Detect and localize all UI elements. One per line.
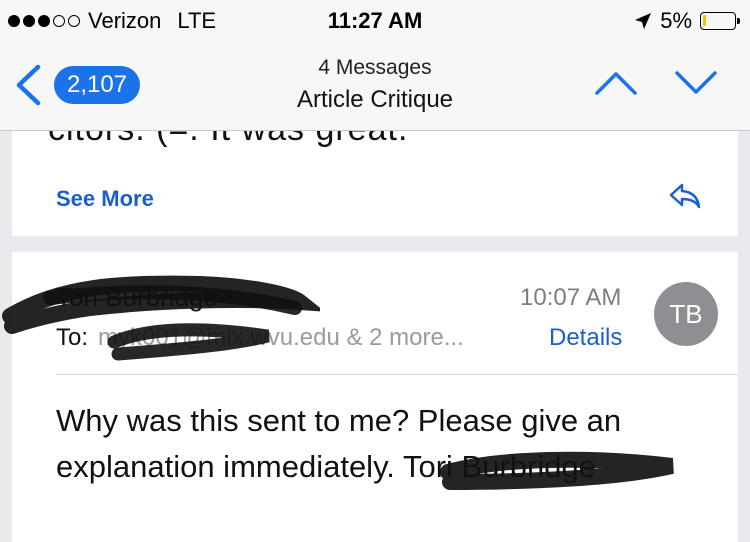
status-bar: Verizon LTE 11:27 AM 5%: [0, 0, 750, 40]
status-right: 5%: [634, 8, 740, 34]
previous-message-chevron-up-icon[interactable]: [594, 70, 638, 96]
header-divider: [56, 374, 738, 375]
battery-percent: 5%: [660, 8, 692, 33]
see-more-link[interactable]: See More: [56, 186, 154, 212]
nav-bar: 2,107 4 Messages Article Critique: [0, 40, 750, 131]
recipients-row: To: myk001@mix.wvu.edu & 2 more...: [56, 324, 464, 352]
sender-avatar[interactable]: TB: [654, 282, 718, 346]
to-label: To:: [56, 324, 89, 351]
battery-level-fill: [703, 15, 706, 26]
signature-text: Tori Burbridge: [402, 449, 596, 484]
message-card: Tori Burbridge 10:07 AM TB To: myk001@mi…: [2, 252, 738, 542]
message-body: Why was this sent to me? Please give an …: [56, 398, 716, 490]
details-link[interactable]: Details: [549, 324, 622, 352]
message-time: 10:07 AM: [520, 284, 622, 311]
recipients-list[interactable]: myk001@mix.wvu.edu & 2 more...: [98, 324, 464, 352]
next-message-chevron-down-icon[interactable]: [674, 70, 718, 96]
location-arrow-icon: [635, 13, 652, 29]
battery-icon: [700, 12, 740, 30]
sender-name[interactable]: Tori Burbridge: [56, 282, 218, 313]
reply-arrow-icon[interactable]: [668, 182, 702, 210]
